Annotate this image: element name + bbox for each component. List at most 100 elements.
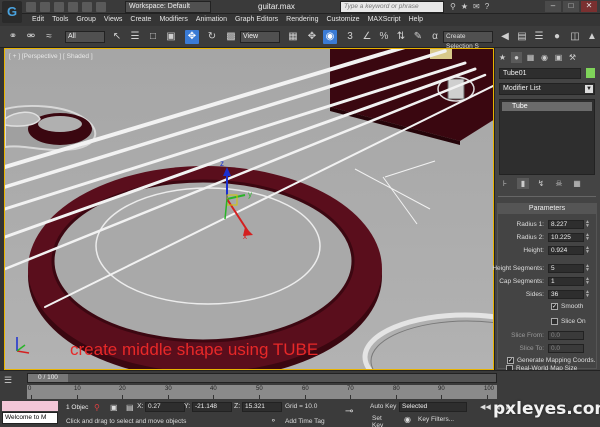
object-name-field[interactable]: Tube01: [499, 68, 581, 79]
z-coord-field[interactable]: 15.321: [242, 402, 282, 412]
communication-icon[interactable]: ✉: [473, 2, 480, 11]
remove-modifier-icon[interactable]: ☠: [553, 178, 565, 189]
key-filter-icon[interactable]: ◉: [404, 415, 411, 424]
time-slider-knob[interactable]: 0 / 100: [28, 374, 68, 382]
auto-key-button[interactable]: Auto Key: [370, 403, 396, 410]
abc-named-sets-icon[interactable]: α: [428, 30, 442, 44]
selection-filter-dropdown[interactable]: All: [65, 31, 105, 43]
maxscript-listener-input[interactable]: Welcome to M: [2, 412, 58, 424]
menu-maxscript[interactable]: MAXScript: [368, 14, 409, 26]
generate-mapping-checkbox[interactable]: ✓: [507, 357, 514, 364]
subscription-icon[interactable]: ★: [461, 2, 468, 11]
named-selection-sets-dropdown[interactable]: Create Selection S: [443, 31, 493, 50]
pin-stack-icon[interactable]: ⊦: [499, 178, 511, 189]
radius2-spinner[interactable]: ▲ ▼: [585, 233, 590, 242]
menu-group[interactable]: Group: [76, 14, 103, 26]
spinner-snap-icon[interactable]: ⇅: [394, 30, 408, 44]
pivot-center-icon[interactable]: ▦: [286, 30, 300, 44]
height-segments-spinner[interactable]: ▲ ▼: [585, 264, 590, 273]
motion-tab-icon[interactable]: ◉: [539, 52, 550, 63]
y-coord-field[interactable]: -21.148: [192, 402, 232, 412]
menu-edit[interactable]: Edit: [32, 14, 52, 26]
window-crossing-icon[interactable]: ▣: [164, 30, 178, 44]
key-icon[interactable]: ⊸: [345, 406, 353, 417]
maxscript-listener-pink[interactable]: [2, 401, 58, 411]
angle-snap-icon[interactable]: ∠: [360, 30, 374, 44]
radius1-field[interactable]: 8.227: [548, 220, 584, 229]
x-coord-field[interactable]: 0.27: [145, 402, 185, 412]
key-mode-dropdown[interactable]: Selected: [399, 402, 467, 412]
select-and-scale-icon[interactable]: ▩: [224, 30, 238, 44]
radius1-spinner[interactable]: ▲ ▼: [585, 220, 590, 229]
slice-from-field[interactable]: 0.0: [548, 331, 584, 340]
percent-snap-icon[interactable]: %: [377, 30, 391, 44]
new-file-icon[interactable]: [26, 2, 36, 12]
select-and-manipulate-icon[interactable]: ✥: [305, 30, 319, 44]
isolate-selection-icon[interactable]: ▣: [110, 403, 118, 412]
mirror-icon[interactable]: ◀: [498, 30, 512, 44]
smooth-checkbox[interactable]: ✓: [551, 303, 558, 310]
selection-lock-icon[interactable]: ⚲: [94, 403, 100, 412]
make-unique-icon[interactable]: ↯: [535, 178, 547, 189]
create-tab-icon[interactable]: ★: [497, 52, 508, 63]
save-file-icon[interactable]: [54, 2, 64, 12]
undo-icon[interactable]: [68, 2, 78, 12]
select-and-rotate-icon[interactable]: ↻: [205, 30, 219, 44]
radius2-field[interactable]: 10.225: [548, 233, 584, 242]
height-field[interactable]: 0.924: [548, 246, 584, 255]
add-time-tag-button[interactable]: Add Time Tag: [285, 418, 325, 425]
set-key-button[interactable]: Set Key: [372, 415, 394, 427]
slice-on-checkbox[interactable]: [551, 318, 558, 325]
sides-spinner[interactable]: ▲ ▼: [585, 290, 590, 299]
minimize-button[interactable]: –: [545, 1, 561, 12]
menu-customize[interactable]: Customize: [326, 14, 367, 26]
workspace-dropdown[interactable]: Workspace: Default: [125, 1, 211, 13]
utilities-tab-icon[interactable]: ⚒: [567, 52, 578, 63]
show-end-result-icon[interactable]: ▮: [517, 178, 529, 189]
menu-create[interactable]: Create: [130, 14, 159, 26]
edit-named-selection-icon[interactable]: ✎: [411, 30, 425, 44]
go-to-start-icon[interactable]: ◀◀: [480, 403, 491, 413]
sides-field[interactable]: 36: [548, 290, 584, 299]
select-object-icon[interactable]: ↖: [110, 30, 124, 44]
key-filters-button[interactable]: Key Filters...: [418, 416, 454, 423]
select-and-move-icon[interactable]: ✥: [185, 30, 199, 44]
perspective-viewport[interactable]: z x y [ + ] [Perspective ] [ Shaded ] cr…: [4, 48, 494, 370]
modify-tab-icon[interactable]: ●: [511, 52, 522, 63]
menu-rendering[interactable]: Rendering: [286, 14, 326, 26]
render-setup-icon[interactable]: ◫: [568, 30, 582, 44]
snaps-toggle-icon[interactable]: 3: [343, 30, 357, 44]
time-slider[interactable]: 0 / 100: [27, 373, 497, 383]
rectangle-selection-icon[interactable]: □: [146, 30, 160, 44]
cap-segments-field[interactable]: 1: [548, 277, 584, 286]
time-tag-icon[interactable]: ⚬: [270, 416, 277, 425]
help-icon[interactable]: ?: [485, 2, 489, 11]
object-color-swatch[interactable]: [586, 68, 595, 78]
maximize-button[interactable]: □: [563, 1, 579, 12]
rollout-title[interactable]: Parameters: [498, 204, 596, 214]
close-button[interactable]: ✕: [581, 1, 597, 12]
configure-sets-icon[interactable]: ▦: [571, 178, 583, 189]
track-bar[interactable]: 0 10 20 30 40 50 60 70 80 90 100: [27, 385, 497, 399]
menu-tools[interactable]: Tools: [52, 14, 76, 26]
menu-help[interactable]: Help: [409, 14, 431, 26]
select-by-name-icon[interactable]: ☰: [128, 30, 142, 44]
display-tab-icon[interactable]: ▣: [553, 52, 564, 63]
hierarchy-tab-icon[interactable]: ▦: [525, 52, 536, 63]
viewport-label[interactable]: [ + ] [Perspective ] [ Shaded ]: [9, 53, 93, 60]
open-file-icon[interactable]: [40, 2, 50, 12]
link-icon[interactable]: ⚭: [6, 30, 20, 44]
stack-item-tube[interactable]: Tube: [502, 102, 592, 111]
modifier-list-dropdown[interactable]: Modifier List ▼: [499, 83, 595, 95]
layer-manager-icon[interactable]: ☰: [532, 30, 546, 44]
reference-coordinate-dropdown[interactable]: View: [240, 31, 280, 43]
bind-space-warp-icon[interactable]: ≈: [42, 30, 56, 44]
menu-graph-editors[interactable]: Graph Editors: [235, 14, 286, 26]
cap-segments-spinner[interactable]: ▲ ▼: [585, 277, 590, 286]
absolute-mode-icon[interactable]: ▤: [126, 403, 134, 412]
keyboard-shortcut-override-icon[interactable]: ◉: [323, 30, 337, 44]
unlink-icon[interactable]: ⚮: [24, 30, 38, 44]
search-icon[interactable]: ⚲: [450, 2, 456, 11]
mini-curve-editor-icon[interactable]: ☰: [4, 375, 20, 389]
menu-views[interactable]: Views: [104, 14, 131, 26]
